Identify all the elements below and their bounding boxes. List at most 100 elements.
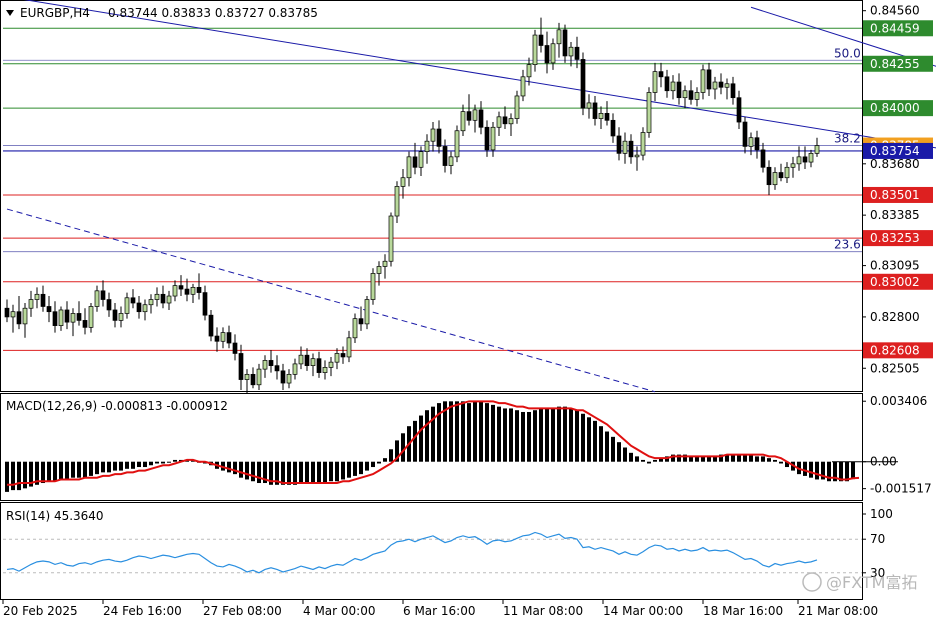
macd-histogram-bar — [653, 459, 657, 462]
candle-body — [580, 59, 586, 109]
macd-histogram-bar — [581, 413, 585, 462]
y-tick-label: 0.82505 — [870, 361, 920, 375]
x-tick-label: 6 Mar 16:00 — [403, 604, 476, 618]
macd-histogram-bar — [77, 461, 81, 478]
candle-body — [106, 299, 112, 311]
symbol-dropdown-icon[interactable] — [6, 10, 14, 16]
candle-body — [700, 69, 706, 93]
candle-body — [196, 286, 202, 293]
macd-histogram-bar — [455, 401, 459, 462]
macd-histogram-bar — [113, 461, 117, 471]
macd-histogram-bar — [293, 461, 297, 485]
candle-body — [250, 373, 256, 386]
fibonacci-label: 23.6 — [834, 238, 861, 252]
candle-body — [550, 43, 556, 64]
macd-histogram-bar — [125, 461, 129, 469]
macd-histogram-bar — [587, 417, 591, 462]
candle-body — [304, 354, 310, 366]
macd-histogram-bar — [137, 461, 141, 468]
y-tick-label: 0.83095 — [870, 259, 920, 273]
candle-body — [664, 76, 670, 92]
candle-body — [496, 116, 502, 128]
macd-histogram-bar — [71, 461, 75, 478]
candle-body — [778, 172, 784, 179]
macd-histogram-bar — [47, 461, 51, 482]
candle-body — [154, 293, 160, 300]
candle-body — [730, 83, 736, 99]
macd-histogram-bar — [611, 436, 615, 462]
macd-histogram-bar — [389, 449, 393, 462]
candle-body — [124, 297, 130, 314]
candle-body — [430, 128, 436, 142]
candle-body — [160, 293, 166, 304]
candle-body — [556, 29, 562, 45]
macd-histogram-bar — [287, 461, 291, 485]
candle-body — [688, 90, 694, 100]
macd-histogram-bar — [245, 461, 249, 480]
candle-body — [190, 286, 196, 295]
macd-histogram-bar — [491, 404, 495, 462]
macd-histogram-bar — [347, 461, 351, 478]
macd-histogram-bar — [281, 461, 285, 485]
macd-histogram-bar — [59, 461, 63, 480]
candle-body — [754, 137, 760, 151]
level-price-label: 0.82608 — [870, 343, 920, 357]
candle-body — [364, 299, 370, 325]
candle-body — [76, 313, 82, 321]
level-price-label: 0.83501 — [870, 188, 920, 202]
macd-histogram-bar — [23, 461, 27, 489]
candle-body — [610, 119, 616, 137]
candle-body — [280, 370, 286, 384]
macd-histogram-bar — [401, 433, 405, 462]
macd-histogram-bar — [563, 406, 567, 462]
candle-body — [568, 46, 574, 57]
candle-body — [142, 304, 148, 313]
macd-histogram-bar — [11, 461, 15, 491]
candle-body — [322, 367, 328, 373]
macd-histogram-bar — [551, 408, 555, 462]
macd-histogram-bar — [149, 461, 153, 466]
macd-y-tick-label: 0.00 — [870, 455, 897, 469]
macd-histogram-bar — [107, 461, 111, 473]
candle-body — [532, 34, 538, 65]
macd-histogram-bar — [413, 420, 417, 462]
fibonacci-label: 50.0 — [834, 46, 861, 60]
candle-body — [316, 358, 322, 373]
candle-body — [346, 337, 352, 358]
candle-body — [28, 299, 34, 309]
macd-histogram-bar — [485, 403, 489, 462]
rsi-panel-frame — [0, 502, 863, 600]
candle-body — [166, 295, 172, 304]
candle-body — [454, 130, 460, 158]
x-tick-label: 14 Mar 00:00 — [603, 604, 683, 618]
candle-body — [226, 332, 232, 344]
candle-body — [256, 368, 262, 386]
macd-histogram-bar — [815, 461, 819, 480]
candle-body — [388, 215, 394, 262]
macd-histogram-bar — [497, 406, 501, 462]
x-tick-label: 21 Mar 08:00 — [798, 604, 878, 618]
candle-body — [682, 90, 688, 99]
candle-body — [544, 45, 550, 64]
macd-histogram-bar — [425, 410, 429, 462]
macd-histogram-bar — [737, 454, 741, 462]
candle-body — [442, 146, 448, 166]
macd-histogram-bar — [479, 401, 483, 462]
macd-histogram-bar — [545, 408, 549, 462]
macd-histogram-bar — [851, 461, 855, 480]
macd-histogram-bar — [755, 456, 759, 462]
candle-body — [370, 273, 376, 300]
chart-canvas[interactable]: 50.038.223.6 0.845600.825050.828000.8309… — [0, 0, 936, 624]
candle-body — [460, 111, 466, 132]
macd-histogram-bar — [647, 461, 651, 464]
chart-window: 50.0 38.2 23.6 0.84560 0.82505 0.82800 0.8309… — [0, 0, 936, 624]
candle-body — [268, 360, 274, 366]
candle-body — [520, 76, 526, 97]
macd-histogram-bar — [503, 408, 507, 462]
candle-body — [64, 309, 70, 323]
candle-body — [676, 81, 682, 99]
candle-body — [634, 154, 640, 158]
macd-histogram-bar — [467, 403, 471, 462]
macd-histogram-bar — [809, 461, 813, 478]
candle-body — [292, 363, 298, 375]
